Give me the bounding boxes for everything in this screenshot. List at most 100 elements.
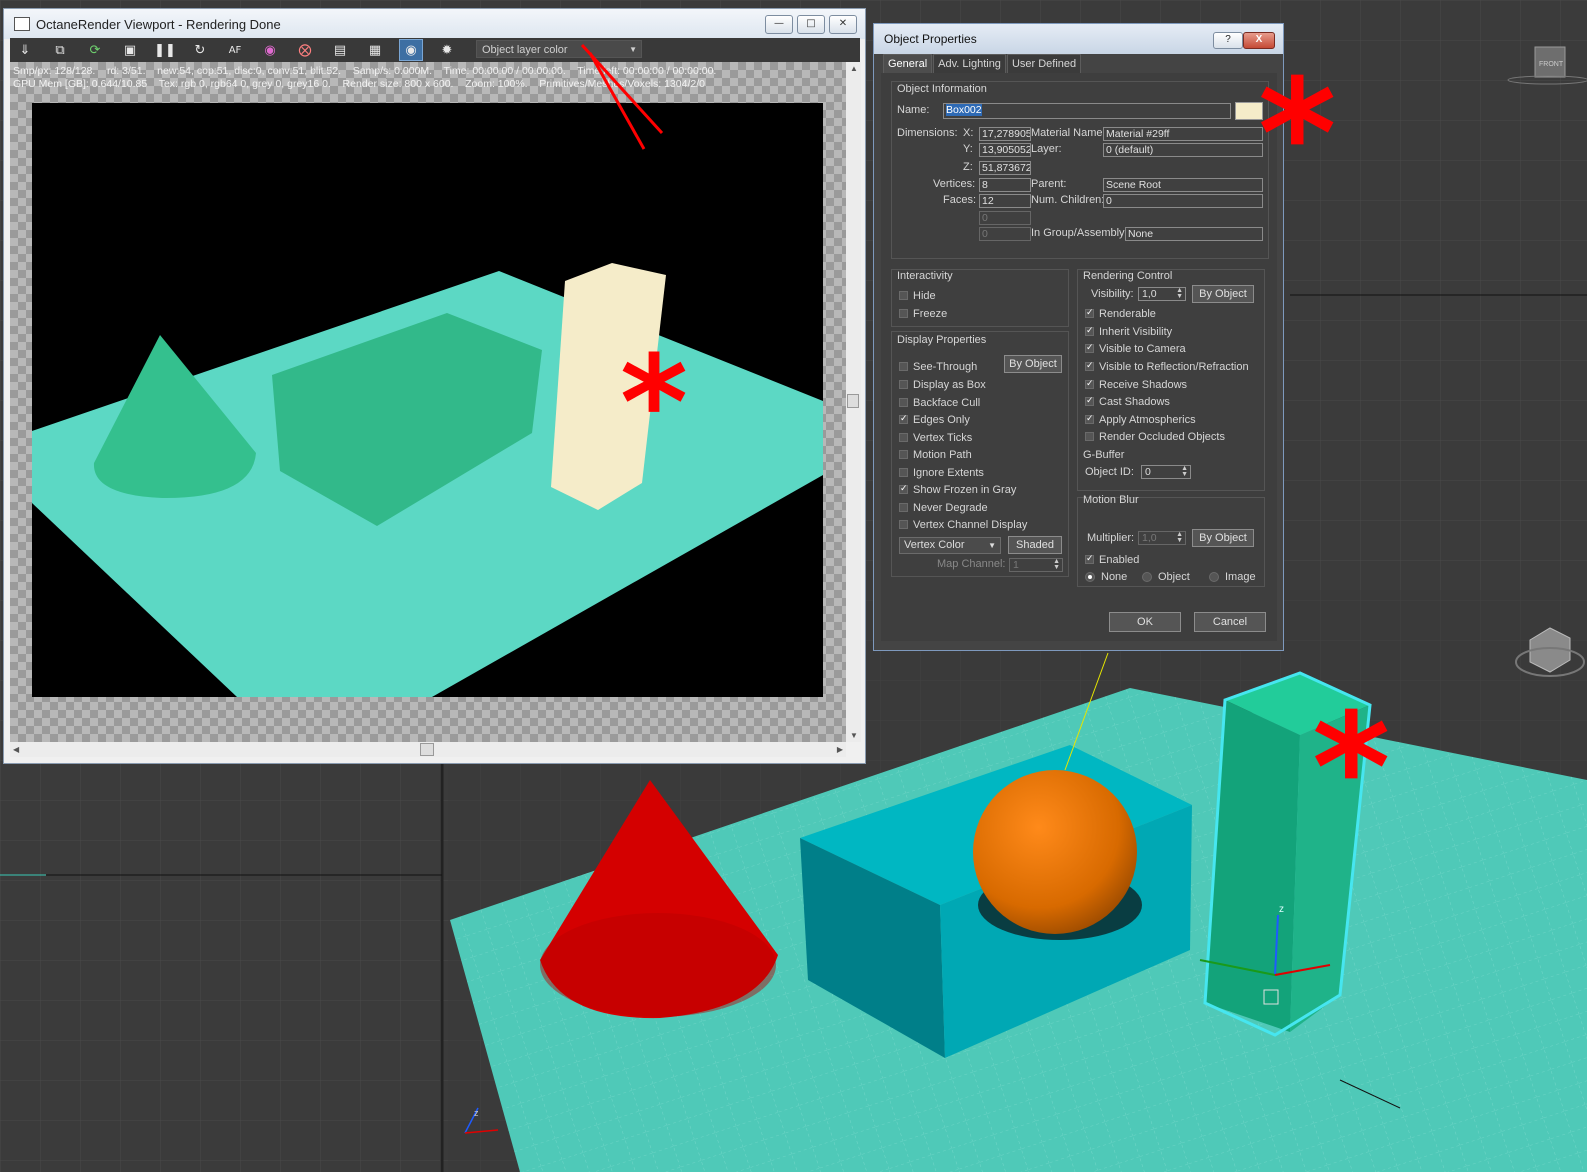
num-children-label: Num. Children: [1031,194,1105,206]
name-field[interactable]: Box002 [943,103,1231,119]
minimize-button[interactable]: — [765,15,793,34]
color-picker-icon[interactable]: ◉ [259,40,281,60]
copy-icon[interactable]: ⧉ [49,40,71,60]
visibility-label: Visibility: [1091,288,1134,300]
backface-cull-checkbox[interactable]: Backface Cull [899,396,980,410]
octane-title-bar[interactable]: OctaneRender Viewport - Rendering Done —… [4,9,865,39]
tab-user-defined[interactable]: User Defined [1006,54,1082,73]
motion-blur-object-radio[interactable]: Object [1142,570,1190,584]
display-icon[interactable]: ▤ [329,40,351,60]
multiplier-spinner[interactable]: 1,0 ▲ ▼ [1138,531,1186,545]
vertices-field: 8 [979,178,1031,192]
dimension-y-field: 13,905052 [979,143,1031,157]
horizontal-scroll-thumb[interactable] [420,743,434,756]
shaded-button[interactable]: Shaded [1008,536,1062,554]
maximize-button[interactable]: □ [797,15,825,34]
settings-icon[interactable]: ✹ [436,40,458,60]
camera-icon[interactable]: ◉ [399,39,423,61]
restart-icon[interactable]: ↻ [189,40,211,60]
svg-text:z: z [474,1108,479,1118]
object-id-spinner[interactable]: 0 ▲ ▼ [1141,465,1191,479]
layer-label: Layer: [1031,143,1062,155]
see-through-checkbox[interactable]: See-Through [899,360,977,374]
object-properties-dialog[interactable]: Object Properties ? X General Adv. Light… [873,23,1284,651]
in-group-field: None [1125,227,1263,241]
film-icon[interactable]: ▦ [364,40,386,60]
ignore-extents-checkbox[interactable]: Ignore Extents [899,466,984,480]
dialog-title: Object Properties [884,32,977,46]
visible-to-reflection-checkbox[interactable]: Visible to Reflection/Refraction [1085,359,1249,374]
vertical-scroll-thumb[interactable] [847,394,859,408]
receive-shadows-checkbox[interactable]: Receive Shadows [1085,377,1187,392]
dialog-title-bar[interactable]: Object Properties ? X [874,24,1283,54]
z-label: Z: [963,161,973,173]
refresh-icon[interactable]: ⟳ [84,40,106,60]
octane-window-title: OctaneRender Viewport - Rendering Done [36,16,281,32]
lock-icon[interactable]: ▣ [119,40,141,60]
object-information-header: Object Information [897,83,987,95]
vertex-ticks-checkbox[interactable]: Vertex Ticks [899,431,972,445]
x-label: X: [963,127,974,139]
visible-to-camera-checkbox[interactable]: Visible to Camera [1085,341,1186,356]
rendering-by-object-button[interactable]: By Object [1192,285,1254,303]
multiplier-value: 1,0 [1142,532,1157,544]
gizmo-z-label: z [1279,904,1284,915]
layer-select-value: Object layer color [482,44,568,56]
renderable-checkbox[interactable]: Renderable [1085,306,1156,321]
motion-path-checkbox[interactable]: Motion Path [899,448,972,462]
octane-horizontal-scrollbar[interactable]: ◀ ▶ [10,742,846,757]
map-channel-value: 1 [1013,559,1019,571]
hide-checkbox[interactable]: Hide [899,289,936,303]
cast-shadows-checkbox[interactable]: Cast Shadows [1085,394,1170,409]
render-occluded-objects-checkbox[interactable]: Render Occluded Objects [1085,430,1225,444]
cancel-button[interactable]: Cancel [1194,612,1266,632]
scroll-left-icon[interactable]: ◀ [13,745,19,754]
map-channel-spinner[interactable]: 1 ▲ ▼ [1009,558,1063,572]
region-icon[interactable]: ⨂ [294,40,316,60]
tab-general[interactable]: General [883,54,933,73]
never-degrade-checkbox[interactable]: Never Degrade [899,501,988,515]
close-button[interactable]: ✕ [829,15,857,34]
scroll-right-icon[interactable]: ▶ [837,745,843,754]
octane-render-area[interactable]: Smp/px: 128/128. rd: 3/51. new:54, cop:5… [10,62,846,742]
save-render-icon[interactable]: ⇓ [14,40,36,60]
help-button[interactable]: ? [1213,32,1243,49]
show-frozen-in-gray-checkbox[interactable]: Show Frozen in Gray [899,482,1016,497]
display-by-object-button[interactable]: By Object [1004,355,1062,373]
octane-vertical-scrollbar[interactable]: ▲ ▼ [846,62,861,742]
octane-viewport-window[interactable]: OctaneRender Viewport - Rendering Done —… [3,8,866,764]
faces-label: Faces: [943,194,977,206]
dialog-close-button[interactable]: X [1243,32,1275,49]
dimensions-label: Dimensions: [897,127,958,139]
vertex-channel-display-checkbox[interactable]: Vertex Channel Display [899,518,1027,532]
scroll-down-icon[interactable]: ▼ [850,731,858,740]
motion-blur-none-radio[interactable]: None [1085,570,1127,584]
visibility-value: 1,0 [1142,288,1157,300]
name-label: Name: [897,104,930,116]
tab-adv-lighting[interactable]: Adv. Lighting [933,54,1006,73]
motion-blur-by-object-button[interactable]: By Object [1192,529,1254,547]
af-icon[interactable]: AF [224,40,246,60]
octane-app-icon [14,17,30,31]
faces-field: 12 [979,194,1031,208]
freeze-checkbox[interactable]: Freeze [899,307,947,321]
edges-only-checkbox[interactable]: Edges Only [899,412,970,427]
motion-blur-image-radio[interactable]: Image [1209,570,1256,584]
in-group-label: In Group/Assembly: [1031,227,1128,239]
spinner-arrows-icon: ▲ ▼ [1053,558,1060,571]
layer-field: 0 (default) [1103,143,1263,157]
num-children-field: 0 [1103,194,1263,208]
inherit-visibility-checkbox[interactable]: Inherit Visibility [1085,324,1172,339]
material-name-field: Material #29ff [1103,127,1263,141]
display-as-box-checkbox[interactable]: Display as Box [899,378,986,392]
pause-icon[interactable]: ❚❚ [154,40,176,60]
visibility-spinner[interactable]: 1,0 ▲ ▼ [1138,287,1186,301]
dimension-z-field: 51,873672 [979,161,1031,175]
annotation-asterisk-render: * [620,327,688,479]
apply-atmospherics-checkbox[interactable]: Apply Atmospherics [1085,412,1196,427]
motion-blur-enabled-checkbox[interactable]: Enabled [1085,552,1139,567]
ok-button[interactable]: OK [1109,612,1181,632]
vertex-color-dropdown[interactable]: Vertex Color ▼ [899,537,1001,554]
parent-field: Scene Root [1103,178,1263,192]
scroll-up-icon[interactable]: ▲ [850,64,858,73]
